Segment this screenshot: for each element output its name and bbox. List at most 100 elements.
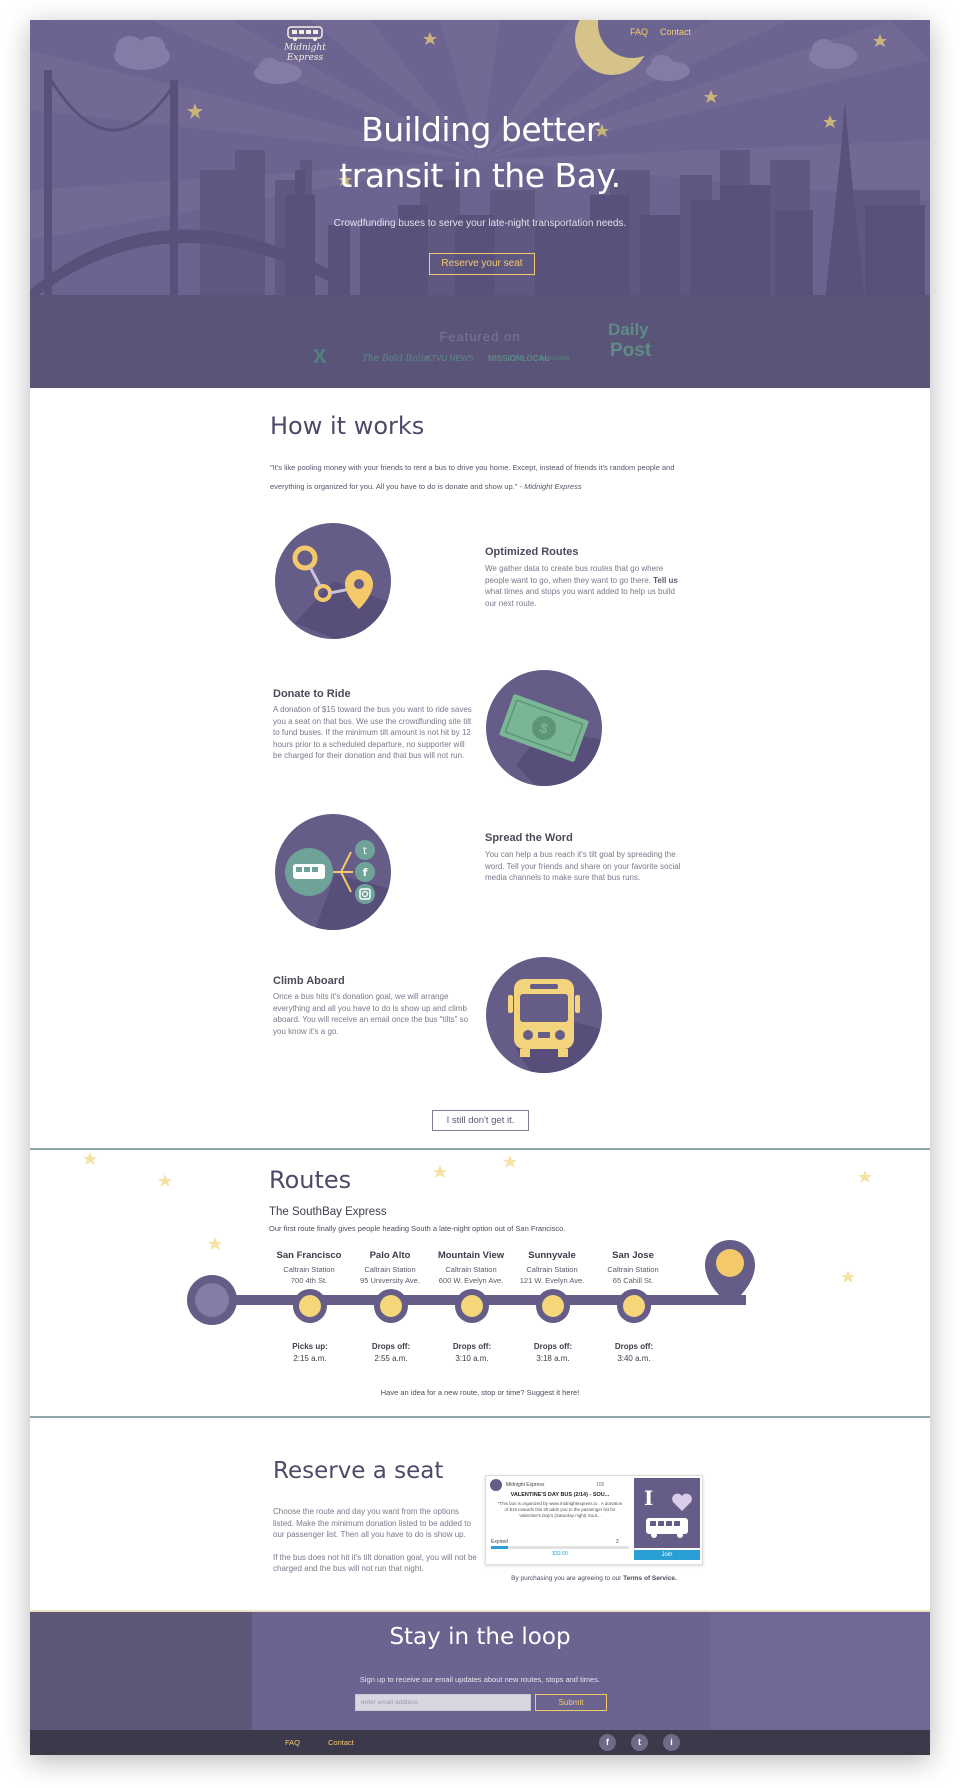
logo-text: Midnight Express <box>284 43 326 63</box>
stop-address: 700 4th St. <box>290 1276 328 1285</box>
quote-author: Midnight Express <box>524 482 582 491</box>
footer-contact-link[interactable]: Contact <box>328 1738 354 1747</box>
nav-faq[interactable]: FAQ <box>630 27 648 37</box>
step-title-climb-aboard: Climb Aboard <box>273 975 345 987</box>
step-title-optimized-routes: Optimized Routes <box>485 546 579 558</box>
twitter-icon[interactable]: t <box>631 1734 648 1751</box>
loop-title: Stay in the loop <box>389 1624 571 1650</box>
widget-title: VALENTINE'S DAY BUS (2/14) - SOU... <box>510 1492 610 1498</box>
site-logo[interactable]: Midnight Express <box>270 24 340 63</box>
footer: FAQ Contact f t i <box>30 1730 930 1755</box>
stop-san-francisco: San Francisco Caltrain Station 700 4th S… <box>264 1250 354 1286</box>
stop-address: 65 Cahill St. <box>612 1276 654 1285</box>
how-quote: "It's like pooling money with your frien… <box>270 458 700 496</box>
step-title-spread-word: Spread the Word <box>485 832 573 844</box>
hero-title-line2: transit in the Bay. <box>339 156 621 195</box>
agree-text: By purchasing you are agreeing to our <box>511 1575 624 1582</box>
reserve-section: Reserve a seat Choose the route and day … <box>30 1418 930 1612</box>
stop-dot[interactable] <box>455 1289 489 1323</box>
reserve-text: Choose the route and day you want from t… <box>273 1506 478 1575</box>
footer-faq-link[interactable]: FAQ <box>285 1738 300 1747</box>
bus-front-icon <box>508 979 602 1073</box>
stop-time: Drops off: 3:40 a.m. <box>594 1341 674 1365</box>
reserve-title: Reserve a seat <box>273 1458 444 1484</box>
email-input[interactable]: enter email address <box>355 1694 531 1711</box>
browser-frame: Midnight Express FAQ Contact Building be… <box>30 20 930 1755</box>
stop-dot[interactable] <box>617 1289 651 1323</box>
widget-org: Midnight Express <box>506 1482 545 1488</box>
press-logo-daily: Daily <box>608 320 649 339</box>
stop-action: Drops off: <box>452 1342 492 1351</box>
tilt-widget[interactable]: Midnight Express 105 VALENTINE'S DAY BUS… <box>485 1475 703 1565</box>
step-text-donate: A donation of $15 toward the bus you wan… <box>273 705 472 760</box>
stop-time: Drops off: 3:10 a.m. <box>432 1341 512 1365</box>
stop-san-jose: San Jose Caltrain Station 65 Cahill St. <box>588 1250 678 1286</box>
stop-action: Picks up: <box>292 1342 328 1351</box>
route-line <box>187 1240 755 1325</box>
stop-time: Picks up: 2:15 a.m. <box>270 1341 350 1365</box>
stop-action: Drops off: <box>614 1342 654 1351</box>
stop-dot[interactable] <box>293 1289 327 1323</box>
widget-image: I <box>634 1478 700 1548</box>
reserve-para-2: If the bus does not hit it's tilt donati… <box>273 1552 477 1574</box>
stop-sunnyvale: Sunnyvale Caltrain Station 121 W. Evelyn… <box>507 1250 597 1286</box>
stop-station: Caltrain Station <box>364 1265 416 1274</box>
newsletter-section: Stay in the loop Sign up to receive our … <box>30 1612 930 1730</box>
stop-action: Drops off: <box>533 1342 573 1351</box>
how-title: How it works <box>270 412 425 440</box>
widget-count: 105 <box>596 1482 605 1488</box>
spread-word-illustration: t f <box>275 814 391 930</box>
climb-aboard-illustration <box>486 957 602 1073</box>
hero-section: Midnight Express FAQ Contact Building be… <box>30 20 930 388</box>
stop-time-value: 3:10 a.m. <box>455 1354 489 1363</box>
routes-title: Routes <box>269 1166 352 1194</box>
stop-name: Mountain View <box>437 1250 505 1261</box>
facebook-icon[interactable]: f <box>599 1734 616 1751</box>
widget-progress <box>491 1546 629 1549</box>
reserve-seat-button[interactable]: Reserve your seat <box>429 253 535 275</box>
instagram-icon[interactable]: i <box>663 1734 680 1751</box>
stop-time-value: 2:55 a.m. <box>374 1354 408 1363</box>
stop-station: Caltrain Station <box>607 1265 659 1274</box>
stop-time: Drops off: 3:18 a.m. <box>513 1341 593 1365</box>
suggest-route-link[interactable]: Have an idea for a new route, stop or ti… <box>30 1388 930 1397</box>
stop-dot[interactable] <box>374 1289 408 1323</box>
bus-logo-icon <box>287 26 323 41</box>
step-text-optimized-routes: We gather data to create bus routes that… <box>485 563 685 609</box>
reserve-para-1: Choose the route and day you want from t… <box>273 1507 471 1539</box>
heart-bus-icon <box>646 1493 692 1538</box>
terms-link[interactable]: Terms of Service. <box>623 1575 677 1582</box>
svg-text:t: t <box>363 846 367 857</box>
widget-progress-fill <box>491 1546 508 1549</box>
step-text-climb-aboard: Once a bus hits it's donation goal, we w… <box>273 992 469 1036</box>
step1-text: We gather data to create bus routes that… <box>485 564 664 585</box>
nav-contact[interactable]: Contact <box>660 27 691 37</box>
widget-join-button[interactable]: Join <box>634 1550 700 1560</box>
stop-dot[interactable] <box>536 1289 570 1323</box>
stop-time-value: 2:15 a.m. <box>293 1354 327 1363</box>
step1-text2: what times and stops you want added to h… <box>485 587 675 608</box>
press-logo-post: Post <box>610 340 652 361</box>
terms-note: By purchasing you are agreeing to our Te… <box>485 1575 703 1582</box>
stop-station: Caltrain Station <box>526 1265 578 1274</box>
tell-us-link[interactable]: Tell us <box>653 576 678 585</box>
stop-time: Drops off: 2:55 a.m. <box>351 1341 431 1365</box>
stop-time-value: 3:18 a.m. <box>536 1354 570 1363</box>
featured-on-label: Featured on <box>439 329 521 344</box>
how-it-works-section: How it works "It's like pooling money wi… <box>30 388 930 1148</box>
quote-text: "It's like pooling money with your frien… <box>270 463 675 491</box>
share-icon: t f <box>285 840 391 930</box>
stop-time-value: 3:40 a.m. <box>617 1354 651 1363</box>
widget-status: Expired <box>491 1539 508 1545</box>
dollar-bill-icon: $ <box>499 694 602 786</box>
stop-name: Sunnyvale <box>528 1250 576 1261</box>
submit-button[interactable]: Submit <box>535 1694 607 1711</box>
still-dont-get-it-button[interactable]: I still don't get it. <box>432 1110 529 1131</box>
stop-name: Palo Alto <box>369 1250 411 1261</box>
top-nav: FAQ Contact <box>630 27 691 37</box>
stop-station: Caltrain Station <box>283 1265 335 1274</box>
press-logo-bold-italic: The Bold Italic <box>362 354 429 364</box>
stop-palo-alto: Palo Alto Caltrain Station 95 University… <box>345 1250 435 1286</box>
stop-name: San Francisco <box>276 1250 342 1261</box>
donate-illustration: $ <box>486 670 602 786</box>
